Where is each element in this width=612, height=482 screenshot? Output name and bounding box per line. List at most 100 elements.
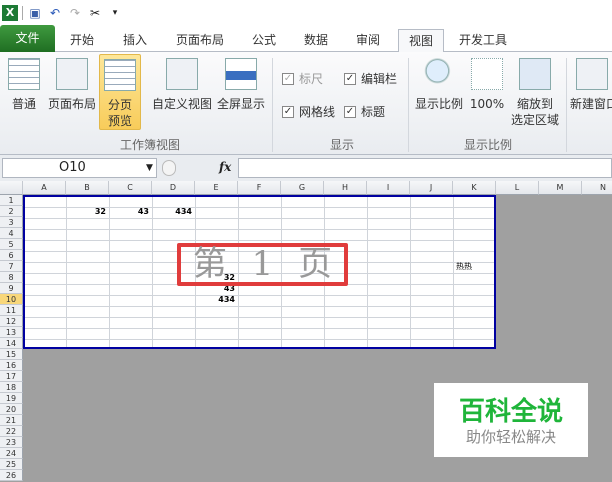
cell-B2[interactable]: 32 xyxy=(66,206,106,217)
column-header-J[interactable]: J xyxy=(410,181,453,195)
row-header-8[interactable]: 8 xyxy=(0,272,23,283)
divider xyxy=(566,58,567,152)
gridlines-checkbox[interactable]: ✓ 网格线 xyxy=(282,103,335,120)
column-header-A[interactable]: A xyxy=(23,181,66,195)
normal-view-button[interactable]: 普通 xyxy=(4,58,44,112)
column-header-E[interactable]: E xyxy=(195,181,238,195)
column-header-D[interactable]: D xyxy=(152,181,195,195)
ruler-checkbox[interactable]: ✓ 标尺 xyxy=(282,70,323,87)
page-layout-icon xyxy=(56,58,88,90)
row-header-9[interactable]: 9 xyxy=(0,283,23,294)
column-header-H[interactable]: H xyxy=(324,181,367,195)
function-icon[interactable]: fx xyxy=(219,160,231,174)
row-header-13[interactable]: 13 xyxy=(0,327,23,338)
column-header-I[interactable]: I xyxy=(367,181,410,195)
label: 网格线 xyxy=(299,105,336,119)
column-header-M[interactable]: M xyxy=(539,181,582,195)
column-header-L[interactable]: L xyxy=(496,181,539,195)
cell-E10[interactable]: 434 xyxy=(195,294,235,305)
quick-access-toolbar: X ▣ ↶ ↷ ✂ ▾ xyxy=(0,0,612,25)
full-screen-icon xyxy=(225,58,257,90)
label: 标尺 xyxy=(299,72,324,86)
tab-insert[interactable]: 插入 xyxy=(123,29,147,52)
new-window-icon xyxy=(576,58,608,90)
row-header-18[interactable]: 18 xyxy=(0,382,23,393)
row-header-25[interactable]: 25 xyxy=(0,459,23,470)
tab-review[interactable]: 审阅 xyxy=(356,29,380,52)
tab-page-layout[interactable]: 页面布局 xyxy=(176,29,224,52)
tab-view[interactable]: 视图 xyxy=(398,29,444,53)
zoom-to-selection-button[interactable]: 缩放到 选定区域 xyxy=(508,58,562,128)
checkbox-icon: ✓ xyxy=(344,105,356,118)
label: 页面布局 xyxy=(47,97,96,111)
column-header-B[interactable]: B xyxy=(66,181,109,195)
column-header-N[interactable]: N xyxy=(582,181,612,195)
row-header-20[interactable]: 20 xyxy=(0,404,23,415)
select-all-button[interactable] xyxy=(0,181,23,195)
undo-icon[interactable]: ↶ xyxy=(47,5,63,21)
row-header-23[interactable]: 23 xyxy=(0,437,23,448)
tab-formulas[interactable]: 公式 xyxy=(252,29,276,52)
column-header-C[interactable]: C xyxy=(109,181,152,195)
row-header-11[interactable]: 11 xyxy=(0,305,23,316)
checkbox-icon: ✓ xyxy=(282,105,294,118)
name-box-value: O10 xyxy=(59,160,86,175)
row-header-1[interactable]: 1 xyxy=(0,195,23,206)
formula-input[interactable] xyxy=(238,158,612,178)
tab-data[interactable]: 数据 xyxy=(304,29,328,52)
new-window-button[interactable]: 新建窗口 xyxy=(570,58,612,112)
cell-C2[interactable]: 43 xyxy=(109,206,149,217)
excel-logo-icon[interactable]: X xyxy=(2,4,18,21)
tab-home[interactable]: 开始 xyxy=(70,29,94,52)
zoom-button[interactable]: 显示比例 xyxy=(412,58,466,112)
column-header-K[interactable]: K xyxy=(453,181,496,195)
page-layout-view-button[interactable]: 页面布局 xyxy=(46,58,98,112)
row-header-10[interactable]: 10 xyxy=(0,294,23,305)
column-header-G[interactable]: G xyxy=(281,181,324,195)
custom-views-icon xyxy=(166,58,198,90)
label: 全屏显示 xyxy=(216,97,265,111)
custom-views-button[interactable]: 自定义视图 xyxy=(150,58,214,112)
zoom-100-button[interactable]: 100% xyxy=(467,58,507,112)
row-header-19[interactable]: 19 xyxy=(0,393,23,404)
page-break-icon xyxy=(104,59,136,91)
tools-icon[interactable]: ✂ xyxy=(87,5,103,21)
row-header-2[interactable]: 2 xyxy=(0,206,23,217)
tab-developer[interactable]: 开发工具 xyxy=(459,29,507,52)
column-header-F[interactable]: F xyxy=(238,181,281,195)
row-header-4[interactable]: 4 xyxy=(0,228,23,239)
customize-icon[interactable]: ▾ xyxy=(107,5,123,21)
full-screen-button[interactable]: 全屏显示 xyxy=(215,58,267,112)
group-label-zoom: 显示比例 xyxy=(464,138,513,152)
row-header-14[interactable]: 14 xyxy=(0,338,23,349)
row-header-26[interactable]: 26 xyxy=(0,470,23,481)
row-header-12[interactable]: 12 xyxy=(0,316,23,327)
row-header-7[interactable]: 7 xyxy=(0,261,23,272)
cell-D2[interactable]: 434 xyxy=(152,206,192,217)
label: 编辑栏 xyxy=(361,72,398,86)
name-box[interactable]: O10 ▼ xyxy=(2,158,157,178)
tab-file[interactable]: 文件 xyxy=(0,25,55,52)
resize-handle-icon[interactable] xyxy=(162,160,176,176)
save-icon[interactable]: ▣ xyxy=(27,5,43,21)
watermark-title: 百科全说 xyxy=(458,397,563,427)
cell-K7[interactable]: 热热 xyxy=(456,261,496,272)
row-header-24[interactable]: 24 xyxy=(0,448,23,459)
chevron-down-icon[interactable]: ▼ xyxy=(146,159,153,177)
redo-icon[interactable]: ↷ xyxy=(67,5,83,21)
formula-bar: O10 ▼ fx xyxy=(0,155,612,181)
headings-checkbox[interactable]: ✓ 标题 xyxy=(344,103,385,120)
row-header-16[interactable]: 16 xyxy=(0,360,23,371)
row-header-17[interactable]: 17 xyxy=(0,371,23,382)
page-break-preview-button[interactable]: 分页 预览 xyxy=(99,54,141,130)
row-header-15[interactable]: 15 xyxy=(0,349,23,360)
watermark-subtitle: 助你轻松解决 xyxy=(465,428,556,446)
row-header-5[interactable]: 5 xyxy=(0,239,23,250)
formula-bar-checkbox[interactable]: ✓ 编辑栏 xyxy=(344,70,397,87)
baike-watermark: 百科全说 助你轻松解决 xyxy=(434,383,588,457)
divider xyxy=(272,58,273,152)
row-header-21[interactable]: 21 xyxy=(0,415,23,426)
row-header-6[interactable]: 6 xyxy=(0,250,23,261)
row-header-22[interactable]: 22 xyxy=(0,426,23,437)
row-header-3[interactable]: 3 xyxy=(0,217,23,228)
